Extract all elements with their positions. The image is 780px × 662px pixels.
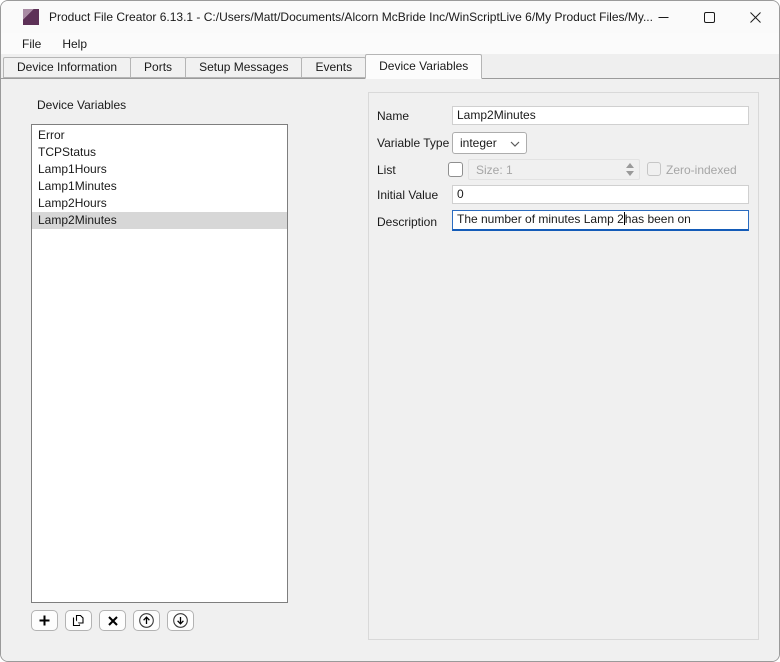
- list-label: List: [377, 160, 396, 180]
- delete-icon: [108, 616, 118, 626]
- move-down-button[interactable]: [167, 610, 194, 631]
- list-toolbar: [31, 610, 194, 631]
- duplicate-icon: [72, 614, 85, 627]
- tab-setup-messages[interactable]: Setup Messages: [185, 57, 302, 78]
- list-item[interactable]: Lamp2Hours: [32, 195, 287, 212]
- variable-type-label: Variable Type: [377, 133, 449, 153]
- name-input[interactable]: Lamp2Minutes: [452, 106, 749, 125]
- device-variables-list-label: Device Variables: [37, 98, 126, 112]
- size-spinbox[interactable]: Size: 1: [468, 159, 640, 180]
- spinner-arrows[interactable]: [625, 163, 635, 176]
- variable-details-panel: Name Lamp2Minutes Variable Type integer …: [368, 92, 759, 640]
- minimize-icon: [658, 12, 669, 23]
- minimize-button[interactable]: [640, 1, 686, 33]
- spin-down-icon: [626, 171, 634, 176]
- description-text-before-cursor: The number of minutes Lamp 2: [457, 212, 624, 226]
- list-item[interactable]: Error: [32, 127, 287, 144]
- window-controls: [640, 1, 778, 33]
- list-item[interactable]: Lamp1Hours: [32, 161, 287, 178]
- size-value: Size: 1: [476, 163, 513, 177]
- initial-value-input[interactable]: 0: [452, 185, 749, 204]
- initial-value-label: Initial Value: [377, 185, 438, 205]
- list-item[interactable]: TCPStatus: [32, 144, 287, 161]
- description-label: Description: [377, 212, 437, 232]
- duplicate-variable-button[interactable]: [65, 610, 92, 631]
- window-title: Product File Creator 6.13.1 - C:/Users/M…: [49, 10, 653, 24]
- tab-ports[interactable]: Ports: [130, 57, 186, 78]
- add-variable-button[interactable]: [31, 610, 58, 631]
- add-icon: [39, 615, 50, 626]
- app-window: Product File Creator 6.13.1 - C:/Users/M…: [0, 0, 780, 662]
- variable-type-value: integer: [460, 136, 497, 150]
- delete-variable-button[interactable]: [99, 610, 126, 631]
- move-up-button[interactable]: [133, 610, 160, 631]
- description-input[interactable]: The number of minutes Lamp 2has been on: [452, 210, 749, 231]
- variable-type-select[interactable]: integer: [452, 132, 527, 154]
- tab-device-information[interactable]: Device Information: [3, 57, 131, 78]
- close-button[interactable]: [732, 1, 778, 33]
- move-up-icon: [139, 613, 154, 628]
- close-icon: [750, 12, 761, 23]
- spin-up-icon: [626, 163, 634, 168]
- tab-bar: Device Information Ports Setup Messages …: [1, 54, 779, 79]
- maximize-icon: [704, 12, 715, 23]
- description-text-after-cursor: has been on: [625, 212, 691, 226]
- menu-bar: File Help: [1, 33, 779, 54]
- tab-device-variables[interactable]: Device Variables: [365, 54, 482, 79]
- zero-indexed-label: Zero-indexed: [666, 160, 737, 180]
- menu-file[interactable]: File: [17, 37, 46, 51]
- move-down-icon: [173, 613, 188, 628]
- maximize-button[interactable]: [686, 1, 732, 33]
- app-logo-icon: [23, 9, 39, 25]
- tab-events[interactable]: Events: [301, 57, 366, 78]
- menu-help[interactable]: Help: [57, 37, 92, 51]
- title-bar: Product File Creator 6.13.1 - C:/Users/M…: [1, 1, 779, 33]
- list-item-selected[interactable]: Lamp2Minutes: [32, 212, 287, 229]
- list-checkbox[interactable]: [448, 162, 463, 177]
- zero-indexed-checkbox[interactable]: [647, 162, 661, 176]
- device-variables-pane: Device Variables Error TCPStatus Lamp1Ho…: [1, 79, 779, 662]
- name-label: Name: [377, 106, 409, 126]
- device-variables-list[interactable]: Error TCPStatus Lamp1Hours Lamp1Minutes …: [31, 124, 288, 603]
- chevron-down-icon: [510, 141, 520, 147]
- list-item[interactable]: Lamp1Minutes: [32, 178, 287, 195]
